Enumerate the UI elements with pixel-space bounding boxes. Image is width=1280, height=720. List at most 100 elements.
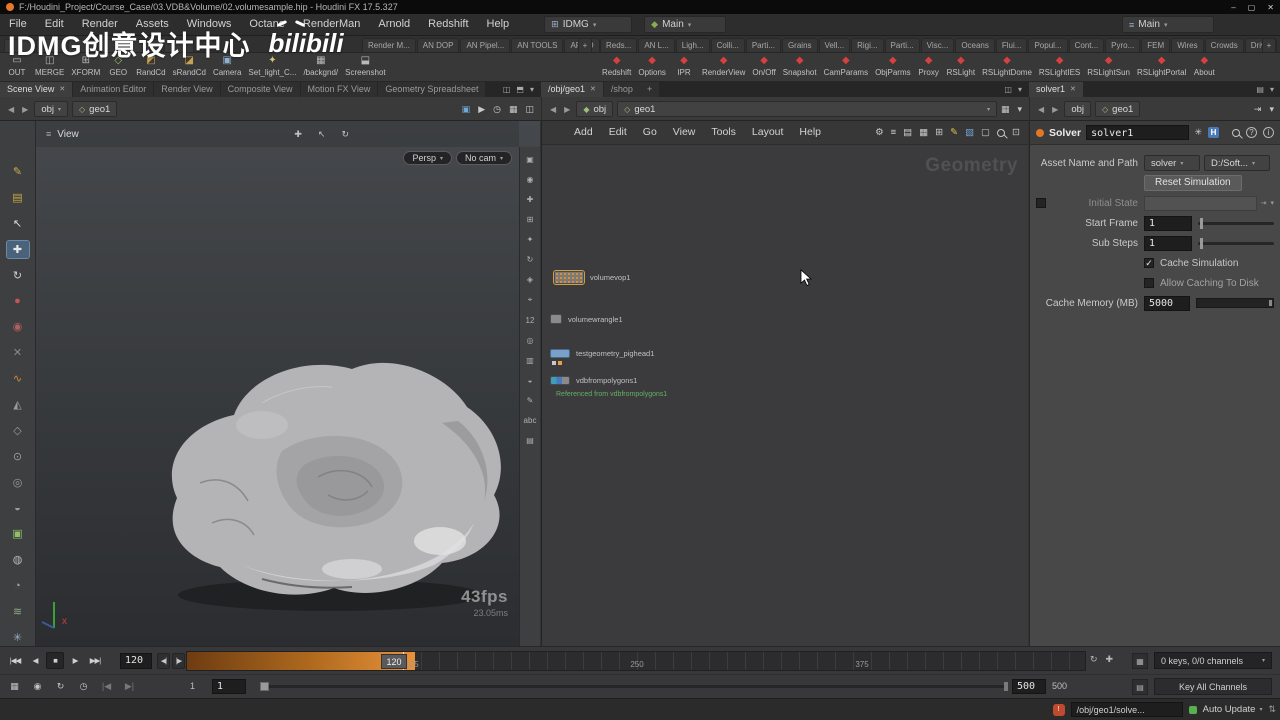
menu-icon[interactable]: ▾ xyxy=(1270,199,1274,207)
scene-viewport[interactable]: ≡ View ✚ ↖ ↻ Persp▾ No cam▾ xyxy=(0,121,540,646)
params-node-chip[interactable]: ◇ geo1 xyxy=(1095,101,1140,117)
allow-caching-checkbox[interactable] xyxy=(1144,278,1154,288)
viewport-view-label[interactable]: View xyxy=(57,129,79,140)
close-button[interactable]: ✕ xyxy=(1267,3,1274,12)
menu-item[interactable]: Windows xyxy=(178,14,241,35)
view-pen-icon[interactable]: ✎ xyxy=(527,396,534,405)
cache-simulation-checkbox[interactable]: ✓ xyxy=(1144,258,1154,268)
list-icon[interactable]: ≡ xyxy=(891,127,897,138)
pane-tab[interactable]: Motion FX View ✕ xyxy=(301,82,378,97)
forward-icon[interactable]: ▶ xyxy=(1050,105,1060,114)
split-pane-icon[interactable]: ◫ xyxy=(503,85,511,94)
close-icon[interactable]: ✕ xyxy=(59,82,65,97)
file-chooser-icon[interactable]: ⇥ xyxy=(1261,199,1267,207)
wave-tool-icon[interactable]: ≋ xyxy=(7,603,29,620)
camera-menu[interactable]: No cam▾ xyxy=(456,151,512,165)
node-volumewrangle1[interactable]: volumewrangle1 xyxy=(550,314,623,324)
rs-tool-camparams[interactable]: ◆ CamParams xyxy=(822,54,870,79)
rs-tool-renderview[interactable]: ◆ RenderView xyxy=(700,54,747,79)
pane-tab[interactable]: Composite View ✕ xyxy=(221,82,300,97)
view-lock-icon[interactable]: ◉ xyxy=(527,175,534,184)
pane-menu-icon[interactable]: ▾ xyxy=(1018,85,1022,94)
close-icon[interactable]: ✕ xyxy=(1070,82,1076,97)
shelf-tool-screenshot[interactable]: ⬓ Screenshot xyxy=(343,54,387,79)
clock-icon[interactable]: ◷ xyxy=(75,679,92,694)
shelf-tab[interactable]: Vell... xyxy=(819,38,851,52)
node-body[interactable] xyxy=(550,376,570,385)
twist-tool-icon[interactable]: ∿ xyxy=(7,370,29,387)
grid-icon[interactable]: ▦ xyxy=(919,127,928,138)
shelf-tab[interactable]: Ligh... xyxy=(676,38,710,52)
back-icon[interactable]: ◀ xyxy=(6,105,16,114)
split-pane-icon[interactable]: ◫ xyxy=(1004,85,1012,94)
node-body[interactable] xyxy=(554,271,584,284)
back-icon[interactable]: ◀ xyxy=(1036,105,1046,114)
shelf-tab[interactable]: Parti... xyxy=(885,38,920,52)
shelf-tab[interactable]: AN TOOLS xyxy=(511,38,563,52)
pane-tab[interactable]: Animation Editor ✕ xyxy=(73,82,153,97)
pen-icon[interactable]: ✎ xyxy=(950,127,958,138)
shelf-tab[interactable]: AN Pipel... xyxy=(460,38,510,52)
step-back-icon[interactable]: |◀ xyxy=(98,679,115,694)
rs-tool-proxy[interactable]: ◆ Proxy xyxy=(916,54,942,79)
layout-tool-icon[interactable]: ▤ xyxy=(7,189,29,206)
split-pane-icon[interactable]: ▤ xyxy=(1256,85,1264,94)
select-mode-icon[interactable]: ↖ xyxy=(318,129,326,140)
info-icon[interactable]: i xyxy=(1263,127,1274,138)
grid-icon[interactable]: ▦ xyxy=(509,104,518,115)
node-testgeometry-pighead1[interactable]: testgeometry_pighead1 xyxy=(550,349,654,358)
menu-item[interactable]: Redshift xyxy=(419,14,477,35)
node-body[interactable] xyxy=(550,349,570,358)
frame-icon[interactable]: ▢ xyxy=(981,127,990,138)
secure-selection-icon[interactable]: ↻ xyxy=(341,129,349,140)
shelf-tab[interactable]: AN L... xyxy=(638,38,674,52)
timeline-track[interactable]: 125250375 120 xyxy=(186,651,1086,671)
shelf-tab[interactable]: Reds... xyxy=(600,38,637,52)
asset-path-dropdown[interactable]: D:/Soft...▾ xyxy=(1204,155,1270,171)
pane-menu-icon[interactable]: ▾ xyxy=(530,85,534,94)
sphere-tool-icon[interactable]: ● xyxy=(7,292,29,309)
shelf-tab[interactable]: Colli... xyxy=(711,38,745,52)
interpolation-icon[interactable]: ↻ xyxy=(52,679,69,694)
menu-item[interactable]: Edit xyxy=(36,14,73,35)
sub-steps-field[interactable]: 1 xyxy=(1144,236,1192,251)
go-start-button[interactable]: |◀◀ xyxy=(6,652,24,669)
status-node-path[interactable]: /obj/geo1/solve... xyxy=(1071,702,1183,717)
next-frame-button[interactable]: |▶ xyxy=(172,653,185,669)
cup-tool-icon[interactable]: ◔ xyxy=(7,577,29,594)
start-frame-field[interactable]: 1 xyxy=(1144,216,1192,231)
network-menu-item[interactable]: View xyxy=(665,121,704,144)
network-menu-item[interactable]: Go xyxy=(635,121,665,144)
menu-item[interactable]: Render xyxy=(73,14,127,35)
view-rows-icon[interactable]: ▥ xyxy=(526,356,534,365)
cache-memory-field[interactable]: 5000 xyxy=(1144,296,1190,311)
forward-icon[interactable]: ▶ xyxy=(20,105,30,114)
rs-tool-onoff[interactable]: ◆ On/Off xyxy=(750,54,777,79)
layout-icon[interactable]: ▦ xyxy=(1001,104,1010,115)
auto-update-dropdown[interactable]: Auto Update▾ xyxy=(1203,704,1263,715)
shelf-tab[interactable]: FEM xyxy=(1141,38,1170,52)
network-node-combo[interactable]: ◇ geo1 ▾ xyxy=(617,101,997,117)
pane-tab[interactable]: solver1 ✕ xyxy=(1029,82,1083,97)
node-name-field[interactable]: solver1 xyxy=(1086,125,1189,140)
desktop-main-menu[interactable]: ◆ Main ▾ xyxy=(644,16,726,33)
view-grid-icon[interactable]: ⊞ xyxy=(527,215,534,224)
notes-icon[interactable]: ▧ xyxy=(965,127,974,138)
shelf-tool-setlight[interactable]: ✦ Set_light_C... xyxy=(246,54,298,79)
menu-item[interactable]: RenderMan xyxy=(294,14,369,35)
path-context-chip[interactable]: obj▾ xyxy=(34,101,68,117)
menu-item[interactable]: Help xyxy=(478,14,519,35)
star-tool-icon[interactable]: ✳ xyxy=(7,629,29,646)
node-vdbfrompolygons1[interactable]: vdbfrompolygons1 xyxy=(550,376,637,385)
ring-tool-icon[interactable]: ◎ xyxy=(7,474,29,491)
tile-icon[interactable]: ⊞ xyxy=(935,127,943,138)
shelf-tool-out[interactable]: ▭ OUT xyxy=(4,54,30,79)
timeline-options-icon[interactable]: ✚ xyxy=(1106,654,1114,665)
view-digits-icon[interactable]: 12 xyxy=(526,316,535,325)
range-start-field[interactable]: 1 xyxy=(212,679,246,694)
rs-tool-rslighties[interactable]: ◆ RSLightIES xyxy=(1037,54,1082,79)
shelf-tool-merge[interactable]: ◫ MERGE xyxy=(33,54,66,79)
shelf-tab[interactable]: Grains xyxy=(782,38,818,52)
help-icon[interactable]: ? xyxy=(1246,127,1257,138)
fill-tool-icon[interactable]: ◒ xyxy=(7,500,29,517)
